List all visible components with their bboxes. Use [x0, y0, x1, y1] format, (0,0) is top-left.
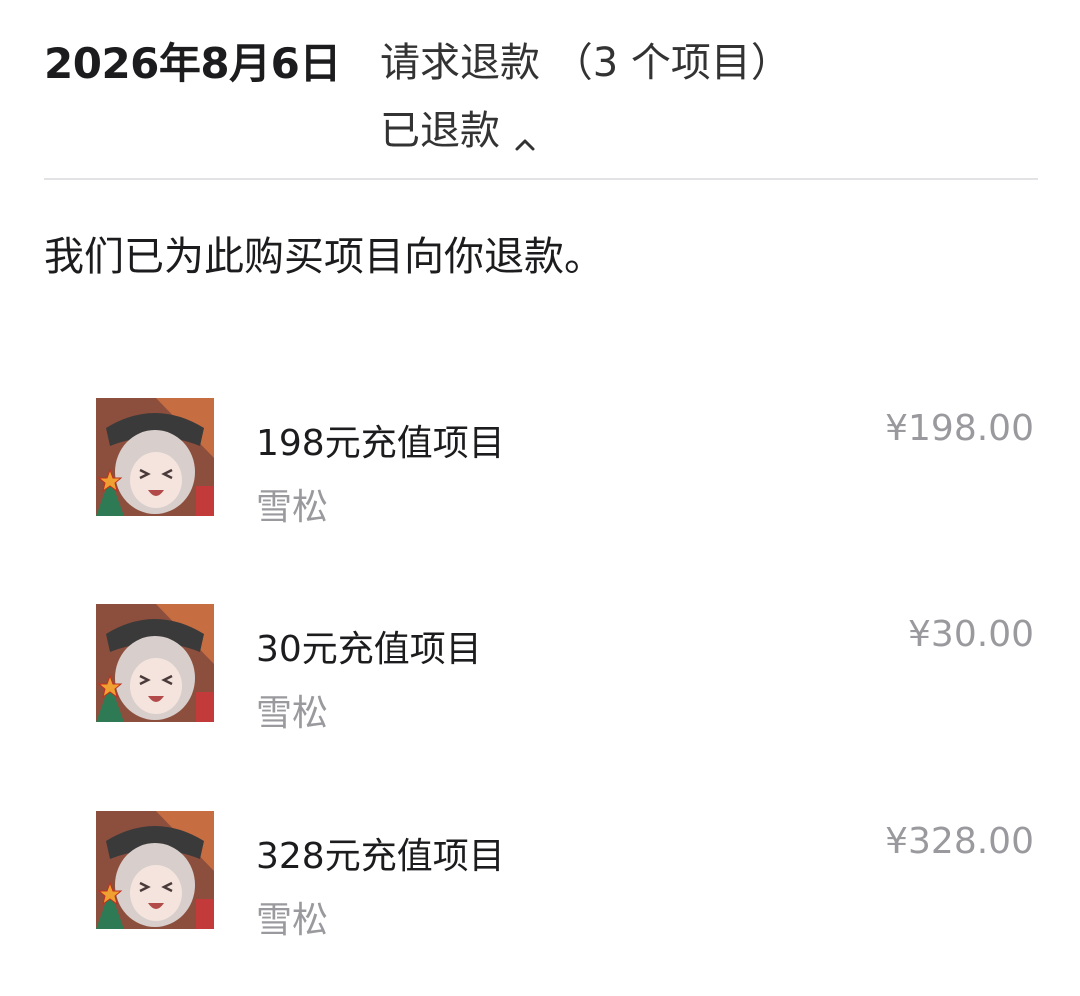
chevron-up-icon: [514, 120, 536, 151]
purchase-date: 2026年8月6日: [44, 39, 341, 88]
item-price: ¥198.00: [885, 408, 1034, 449]
list-item[interactable]: 30元充值项目 雪松 ¥30.00: [96, 604, 1038, 734]
item-name: 30元充值项目: [256, 629, 482, 670]
request-title: 请求退款 （3 个项目）: [380, 40, 791, 86]
app-character-icon: [96, 811, 214, 929]
app-character-icon: [96, 604, 214, 722]
refund-message: 我们已为此购买项目向你退款。: [44, 234, 604, 280]
item-price: ¥30.00: [908, 614, 1034, 655]
divider: [44, 178, 1038, 180]
refund-header: 2026年8月6日 请求退款 （3 个项目） 已退款: [44, 26, 1038, 156]
app-character-icon: [96, 398, 214, 516]
item-name: 198元充值项目: [256, 423, 505, 464]
item-subtitle: 雪松: [256, 693, 329, 734]
list-item[interactable]: 328元充值项目 雪松 ¥328.00: [96, 811, 1038, 941]
list-item[interactable]: 198元充值项目 雪松 ¥198.00: [96, 398, 1038, 528]
item-name: 328元充值项目: [256, 836, 505, 877]
item-subtitle: 雪松: [256, 900, 329, 941]
refund-status-toggle[interactable]: 已退款: [380, 98, 536, 156]
item-price: ¥328.00: [885, 821, 1034, 862]
refund-status-label: 已退款: [380, 108, 500, 154]
item-subtitle: 雪松: [256, 487, 329, 528]
